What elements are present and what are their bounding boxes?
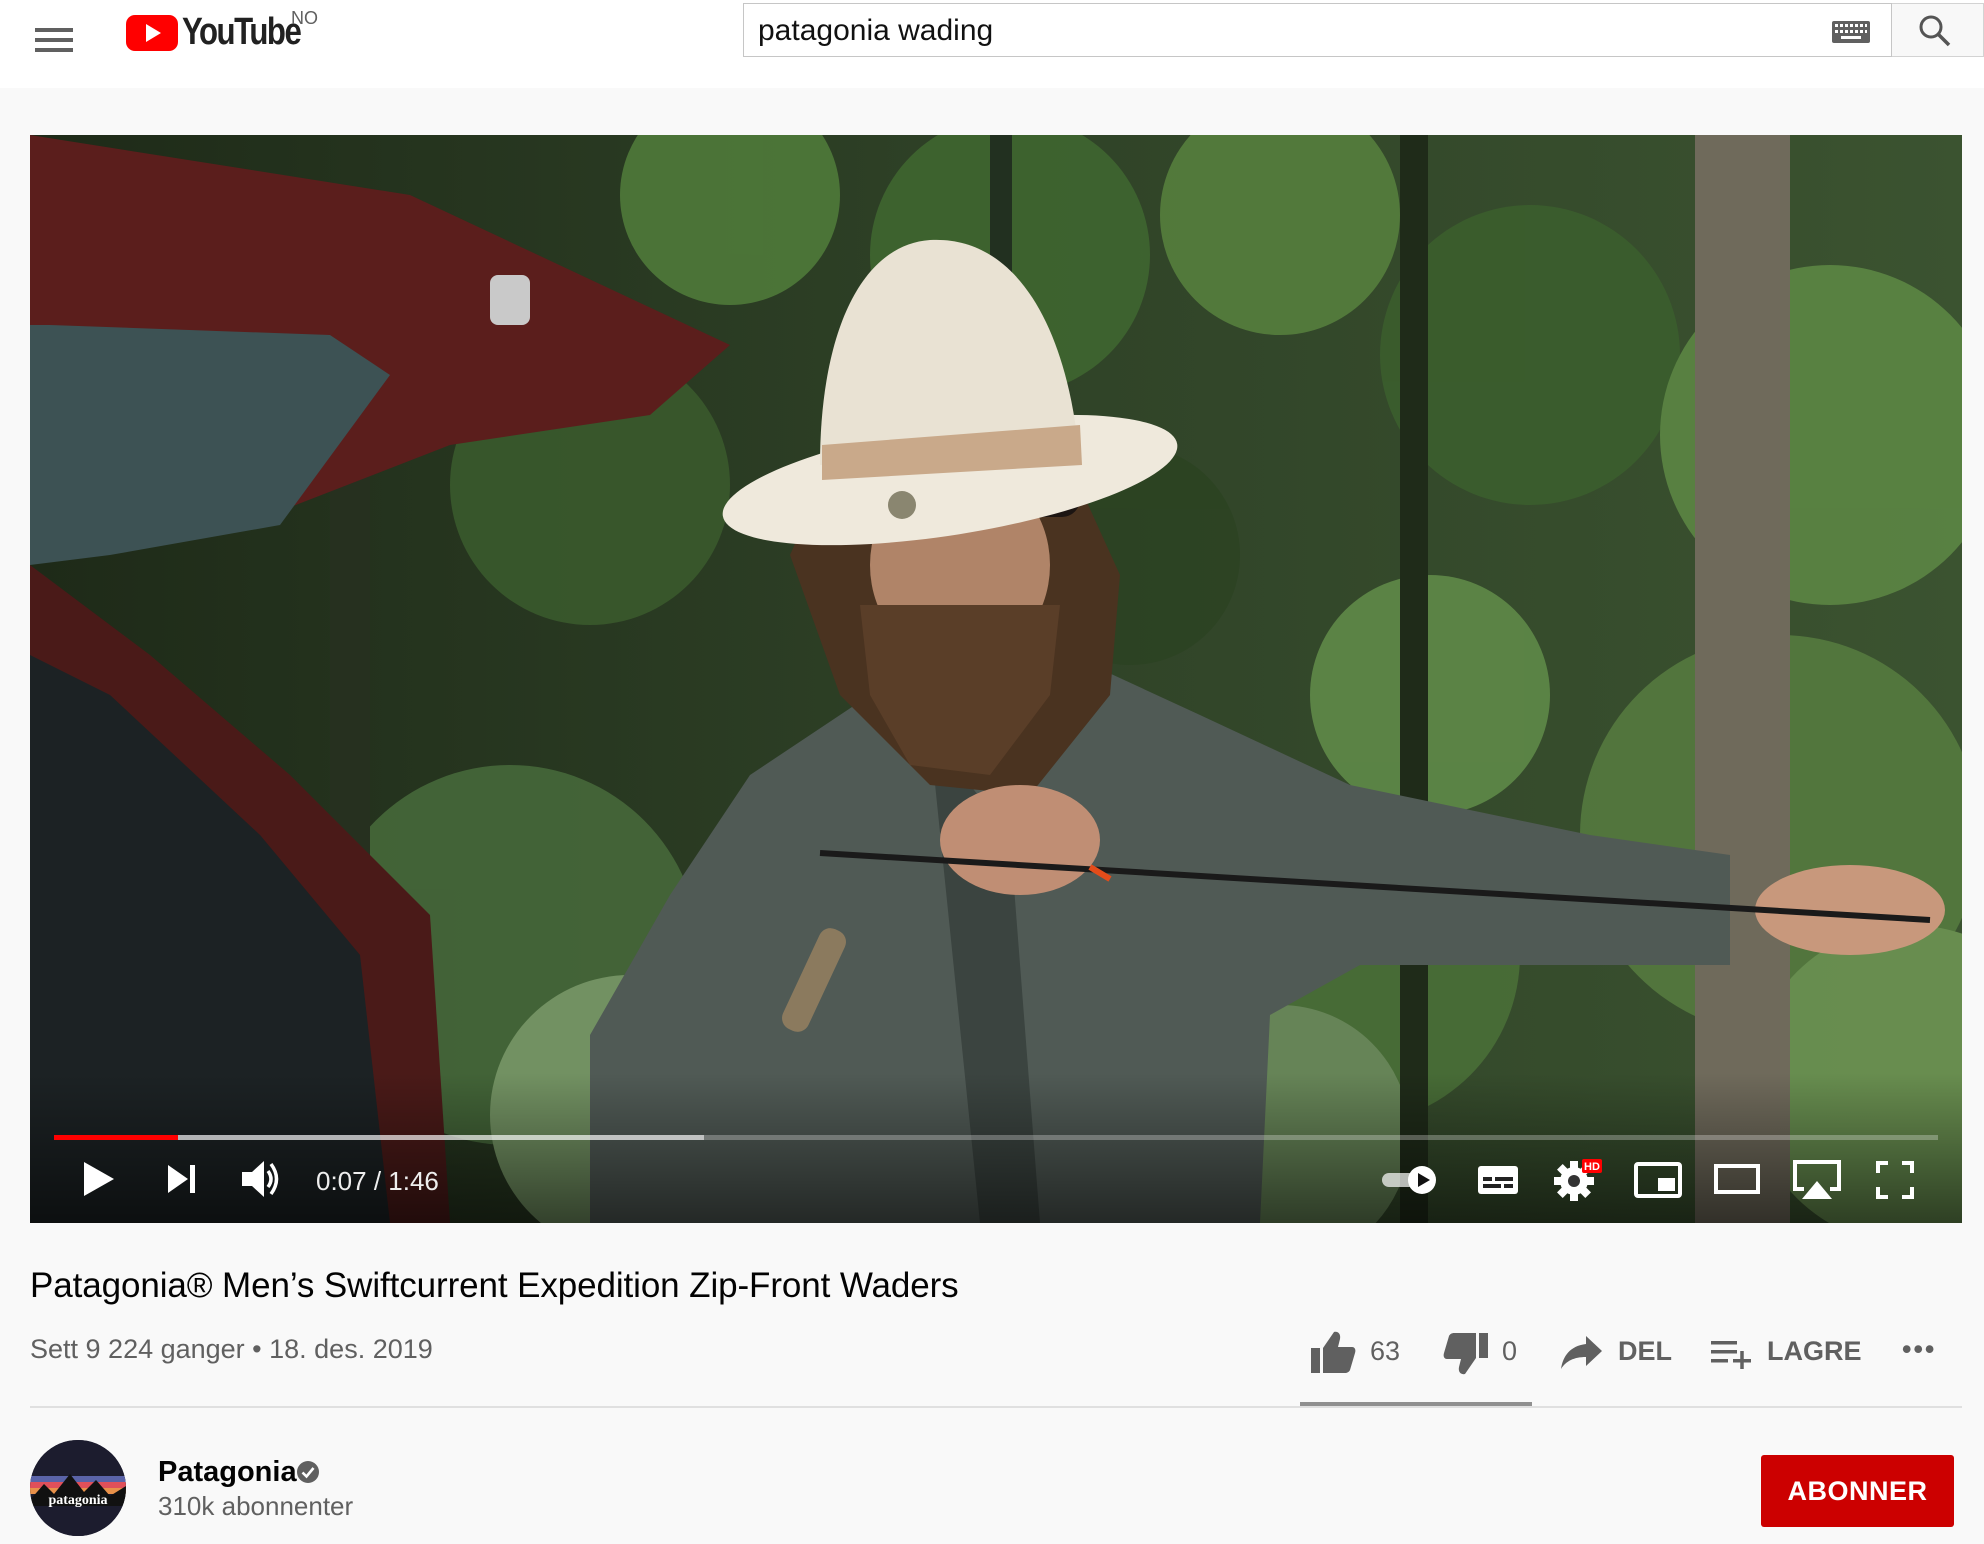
video-title: Patagonia® Men’s Swiftcurrent Expedition… [30,1266,959,1305]
progress-bar[interactable] [54,1135,1938,1140]
channel-avatar[interactable]: patagonia [30,1440,126,1536]
patagonia-logo: patagonia [30,1440,126,1536]
next-icon[interactable] [166,1163,198,1195]
more-icon[interactable]: ••• [1902,1334,1936,1365]
avatar-text: patagonia [48,1493,107,1508]
video-frame [30,135,1962,1223]
miniplayer-icon[interactable] [1634,1162,1682,1198]
video-player[interactable]: 0:07 / 1:46 HD [30,135,1962,1223]
like-count[interactable]: 63 [1370,1336,1400,1367]
logo-wordmark: YouTube [182,11,302,53]
divider [30,1406,1962,1408]
search-button[interactable] [1892,3,1984,57]
theater-icon[interactable] [1714,1164,1760,1194]
share-icon[interactable] [1560,1334,1604,1370]
dislike-count[interactable]: 0 [1502,1336,1517,1367]
video-view-date: Sett 9 224 ganger • 18. des. 2019 [30,1334,433,1364]
country-code: NO [291,8,318,28]
channel-name[interactable]: Patagonia [158,1456,297,1489]
youtube-play-icon [126,15,178,51]
hd-badge: HD [1584,1161,1600,1173]
thumbs-up-icon[interactable] [1310,1330,1356,1374]
save-button[interactable]: LAGRE [1767,1336,1862,1367]
subtitles-icon[interactable] [1477,1165,1519,1195]
search-icon [1919,15,1951,47]
autoplay-toggle-icon[interactable] [1380,1164,1440,1196]
time-display: 0:07 / 1:46 [316,1166,439,1196]
playlist-add-icon[interactable] [1710,1338,1754,1370]
progress-played [54,1135,179,1140]
subscriber-count: 310k abonnenter [158,1491,354,1521]
masthead: YouTube NO [0,0,1984,88]
menu-icon[interactable] [30,16,78,64]
settings-icon[interactable]: HD [1554,1157,1604,1203]
volume-icon[interactable] [240,1157,284,1201]
search-input[interactable] [756,10,1810,52]
play-icon[interactable] [80,1159,116,1199]
controls-gradient [30,1073,1962,1223]
share-button[interactable]: DEL [1618,1336,1672,1367]
thumbs-down-icon[interactable] [1443,1332,1489,1376]
subscribe-button[interactable]: ABONNER [1761,1455,1954,1527]
search-box[interactable] [743,3,1892,57]
sentiment-bar [1300,1402,1532,1406]
keyboard-icon[interactable] [1832,21,1870,43]
verified-icon [297,1461,319,1483]
airplay-icon[interactable] [1792,1159,1842,1201]
fullscreen-icon[interactable] [1876,1161,1914,1199]
